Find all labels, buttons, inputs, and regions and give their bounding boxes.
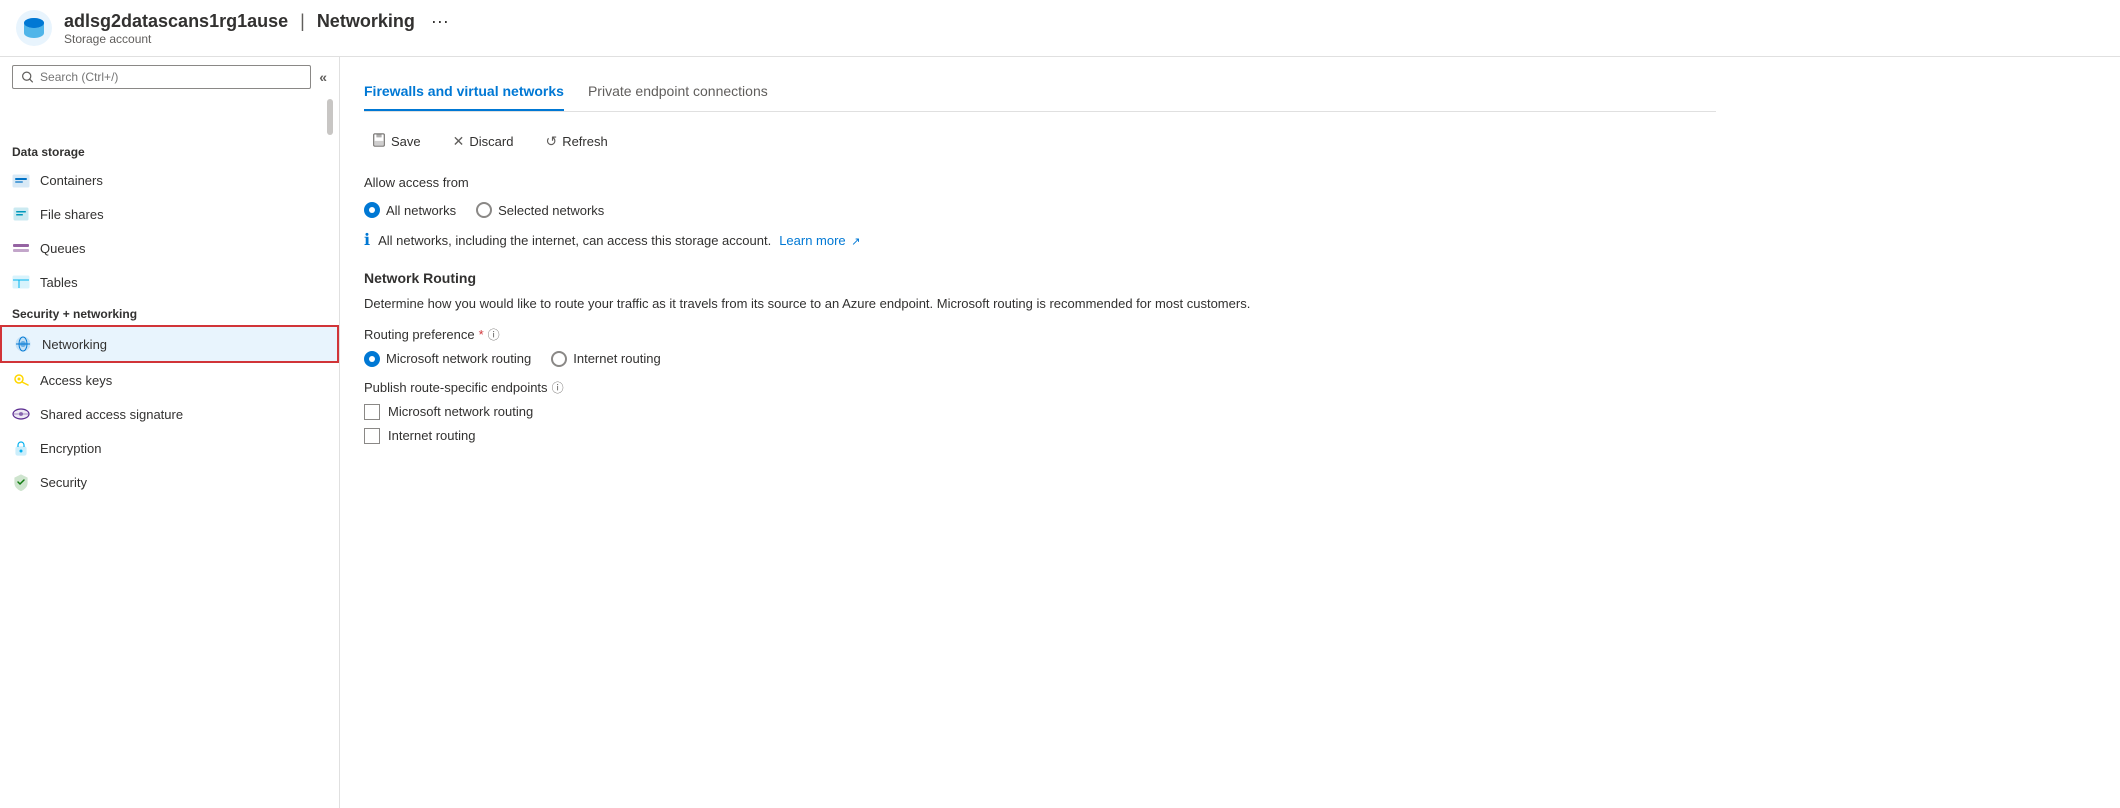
tables-icon <box>12 273 30 291</box>
info-text: All networks, including the internet, ca… <box>378 233 771 248</box>
scroll-bar-area <box>0 97 339 137</box>
main-layout: « Data storage Containers File shares <box>0 57 2120 808</box>
discard-button[interactable]: ✕ Discard <box>445 128 522 155</box>
routing-preference-label: Routing preference * ⓘ <box>364 326 1716 343</box>
sidebar-search-container: « <box>0 57 339 97</box>
file-shares-icon <box>12 205 30 223</box>
sidebar-item-security[interactable]: Security <box>0 465 339 499</box>
ms-routing-radio[interactable] <box>364 351 380 367</box>
info-icon: ℹ <box>364 230 370 250</box>
internet-routing-radio[interactable] <box>551 351 567 367</box>
security-networking-section-label: Security + networking <box>0 299 339 325</box>
save-label: Save <box>391 134 421 149</box>
refresh-button[interactable]: ↺ Refresh <box>537 128 615 155</box>
resource-name: adlsg2datascans1rg1ause <box>64 11 288 32</box>
sidebar-item-access-keys[interactable]: Access keys <box>0 363 339 397</box>
sidebar-item-queues[interactable]: Queues <box>0 231 339 265</box>
scrollbar-thumb <box>327 99 333 135</box>
queues-label: Queues <box>40 241 86 256</box>
networking-label: Networking <box>42 337 107 352</box>
refresh-label: Refresh <box>562 134 608 149</box>
security-label: Security <box>40 475 87 490</box>
sidebar-item-tables[interactable]: Tables <box>0 265 339 299</box>
all-networks-option[interactable]: All networks <box>364 202 456 218</box>
queues-icon <box>12 239 30 257</box>
tab-private-endpoints[interactable]: Private endpoint connections <box>588 73 768 111</box>
security-icon <box>12 473 30 491</box>
search-box[interactable] <box>12 65 311 89</box>
internet-routing-option[interactable]: Internet routing <box>551 351 660 367</box>
info-banner: ℹ All networks, including the internet, … <box>364 230 1716 250</box>
publish-ms-checkbox[interactable] <box>364 404 380 420</box>
save-button[interactable]: Save <box>364 128 429 155</box>
encryption-icon <box>12 439 30 457</box>
tab-bar: Firewalls and virtual networks Private e… <box>364 73 1716 112</box>
external-link-icon: ↗ <box>851 236 860 248</box>
containers-icon <box>12 171 30 189</box>
publish-ms-option[interactable]: Microsoft network routing <box>364 404 1716 420</box>
collapse-sidebar-button[interactable]: « <box>319 69 327 85</box>
sidebar: « Data storage Containers File shares <box>0 57 340 808</box>
file-shares-label: File shares <box>40 207 104 222</box>
access-keys-icon <box>12 371 30 389</box>
all-networks-radio[interactable] <box>364 202 380 218</box>
discard-label: Discard <box>469 134 513 149</box>
ms-routing-label: Microsoft network routing <box>386 351 531 366</box>
publish-internet-option[interactable]: Internet routing <box>364 428 1716 444</box>
save-icon <box>372 133 386 150</box>
content-area: Firewalls and virtual networks Private e… <box>340 57 2120 808</box>
selected-networks-label: Selected networks <box>498 203 604 218</box>
sidebar-item-networking[interactable]: Networking <box>0 325 339 363</box>
sidebar-item-encryption[interactable]: Encryption <box>0 431 339 465</box>
sidebar-item-file-shares[interactable]: File shares <box>0 197 339 231</box>
header-text-block: adlsg2datascans1rg1ause | Networking ···… <box>64 11 449 46</box>
tables-label: Tables <box>40 275 78 290</box>
required-star: * <box>479 327 484 342</box>
more-options-button[interactable]: ··· <box>431 11 449 32</box>
allow-access-section: Allow access from All networks Selected … <box>364 175 1716 250</box>
network-routing-desc: Determine how you would like to route yo… <box>364 294 1716 314</box>
routing-info-icon[interactable]: ⓘ <box>488 326 500 343</box>
tab-firewalls[interactable]: Firewalls and virtual networks <box>364 73 564 111</box>
publish-internet-checkbox[interactable] <box>364 428 380 444</box>
access-keys-label: Access keys <box>40 373 112 388</box>
storage-account-icon <box>16 10 52 46</box>
internet-routing-label: Internet routing <box>573 351 660 366</box>
resource-type: Storage account <box>64 32 449 46</box>
toolbar: Save ✕ Discard ↺ Refresh <box>364 128 1716 155</box>
network-routing-section: Network Routing Determine how you would … <box>364 270 1716 444</box>
sas-label: Shared access signature <box>40 407 183 422</box>
content-inner: Firewalls and virtual networks Private e… <box>340 57 1740 460</box>
selected-networks-radio[interactable] <box>476 202 492 218</box>
all-networks-label: All networks <box>386 203 456 218</box>
publish-info-icon[interactable]: ⓘ <box>552 379 564 396</box>
selected-networks-option[interactable]: Selected networks <box>476 202 604 218</box>
containers-label: Containers <box>40 173 103 188</box>
publish-ms-label: Microsoft network routing <box>388 404 533 419</box>
page-header: adlsg2datascans1rg1ause | Networking ···… <box>0 0 2120 57</box>
search-input[interactable] <box>40 70 302 84</box>
allow-access-label: Allow access from <box>364 175 1716 190</box>
encryption-label: Encryption <box>40 441 101 456</box>
sidebar-item-containers[interactable]: Containers <box>0 163 339 197</box>
page-name: Networking <box>317 11 415 32</box>
refresh-icon: ↺ <box>545 133 557 150</box>
discard-icon: ✕ <box>453 133 465 150</box>
search-icon <box>21 70 34 84</box>
publish-endpoints-label: Publish route-specific endpoints ⓘ <box>364 379 1716 396</box>
sas-icon <box>12 405 30 423</box>
data-storage-section-label: Data storage <box>0 137 339 163</box>
publish-internet-label: Internet routing <box>388 428 475 443</box>
network-routing-heading: Network Routing <box>364 270 1716 286</box>
publish-checkbox-group: Microsoft network routing Internet routi… <box>364 404 1716 444</box>
learn-more-link[interactable]: Learn more ↗ <box>779 233 860 248</box>
access-radio-group: All networks Selected networks <box>364 202 1716 218</box>
ms-routing-option[interactable]: Microsoft network routing <box>364 351 531 367</box>
networking-icon <box>14 335 32 353</box>
routing-radio-group: Microsoft network routing Internet routi… <box>364 351 1716 367</box>
sidebar-item-shared-access-signature[interactable]: Shared access signature <box>0 397 339 431</box>
header-divider: | <box>300 11 305 32</box>
